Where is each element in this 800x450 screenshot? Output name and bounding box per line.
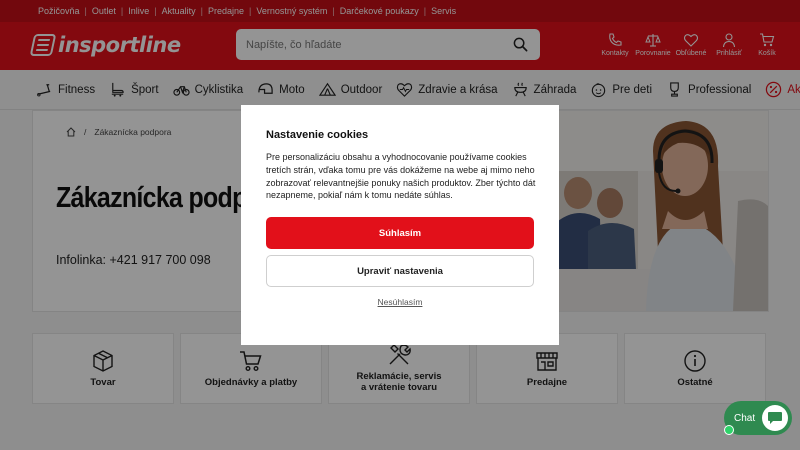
chat-bubble-icon xyxy=(762,405,788,431)
cookie-dialog-title: Nastavenie cookies xyxy=(266,129,369,141)
cookie-settings-button[interactable]: Upraviť nastavenia xyxy=(266,255,534,288)
accept-cookies-button[interactable]: Súhlasím xyxy=(266,217,534,250)
cookie-consent-dialog: Nastavenie cookies Pre personalizáciu ob… xyxy=(241,105,559,345)
chat-button[interactable]: Chat xyxy=(724,401,792,435)
cookie-dialog-text: Pre personalizáciu obsahu a vyhodnocovan… xyxy=(266,152,536,201)
chat-label: Chat xyxy=(734,412,756,424)
online-status-dot xyxy=(724,425,734,435)
decline-cookies-link[interactable]: Nesúhlasím xyxy=(266,297,534,307)
